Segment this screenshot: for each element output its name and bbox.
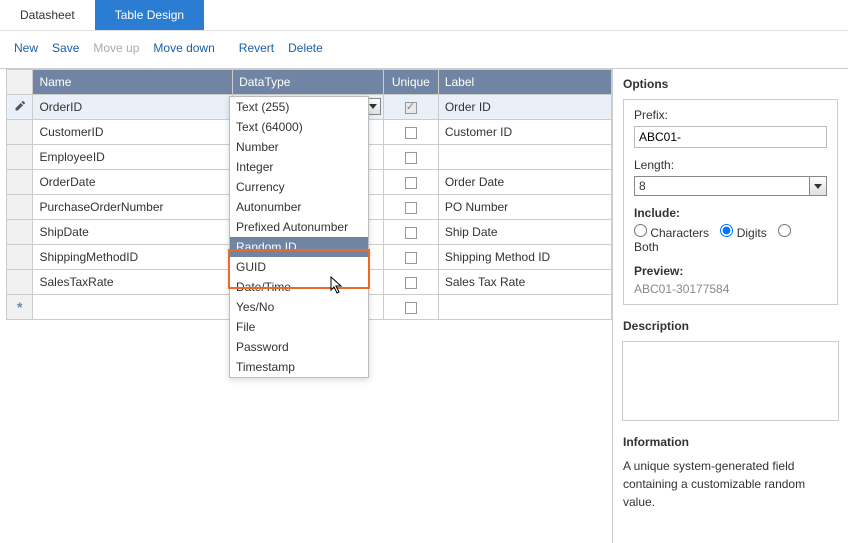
unique-checkbox[interactable] <box>405 252 417 264</box>
options-box: Prefix: Length: 8 Include: Characters Di… <box>623 99 838 305</box>
name-cell[interactable]: EmployeeID <box>33 145 233 170</box>
movedown-link[interactable]: Move down <box>153 41 214 55</box>
row-handle[interactable] <box>7 120 33 145</box>
unique-cell[interactable] <box>383 120 438 145</box>
datatype-option[interactable]: Integer <box>230 157 368 177</box>
unique-checkbox[interactable] <box>405 202 417 214</box>
header-label[interactable]: Label <box>438 70 611 95</box>
new-link[interactable]: New <box>14 41 38 55</box>
toolbar: New Save Move up Move down Revert Delete <box>0 31 848 69</box>
header-rowhandle <box>7 70 33 95</box>
label-cell[interactable]: Ship Date <box>438 220 611 245</box>
row-handle[interactable] <box>7 195 33 220</box>
label-cell[interactable]: Order Date <box>438 170 611 195</box>
label-cell[interactable] <box>438 145 611 170</box>
revert-link[interactable]: Revert <box>239 41 274 55</box>
moveup-link: Move up <box>93 41 139 55</box>
datatype-option[interactable]: Text (64000) <box>230 117 368 137</box>
datatype-option[interactable]: File <box>230 317 368 337</box>
unique-cell[interactable] <box>383 245 438 270</box>
label-cell[interactable]: Order ID <box>438 95 611 120</box>
delete-link[interactable]: Delete <box>288 41 323 55</box>
save-link[interactable]: Save <box>52 41 79 55</box>
unique-checkbox[interactable] <box>405 302 417 314</box>
information-heading: Information <box>623 435 838 449</box>
datatype-option[interactable]: Timestamp <box>230 357 368 377</box>
unique-cell[interactable] <box>383 195 438 220</box>
options-heading: Options <box>623 77 838 91</box>
length-label: Length: <box>634 158 827 172</box>
preview-label: Preview: <box>634 264 827 278</box>
datatype-option[interactable]: Random ID <box>230 237 368 257</box>
unique-checkbox[interactable] <box>405 127 417 139</box>
name-cell[interactable]: SalesTaxRate <box>33 270 233 295</box>
preview-value: ABC01-30177584 <box>634 282 827 296</box>
length-select[interactable]: 8 <box>634 176 827 196</box>
datatype-option[interactable]: GUID <box>230 257 368 277</box>
row-handle[interactable] <box>7 270 33 295</box>
datatype-dropdown[interactable]: Text (255)Text (64000)NumberIntegerCurre… <box>229 96 369 378</box>
label-cell[interactable]: Shipping Method ID <box>438 245 611 270</box>
label-cell[interactable] <box>438 295 611 320</box>
unique-cell[interactable] <box>383 170 438 195</box>
header-datatype[interactable]: DataType <box>233 70 384 95</box>
include-label: Include: <box>634 206 827 220</box>
unique-cell[interactable] <box>383 95 438 120</box>
label-cell[interactable]: Sales Tax Rate <box>438 270 611 295</box>
row-handle[interactable]: * <box>7 295 33 320</box>
unique-checkbox[interactable] <box>405 227 417 239</box>
unique-checkbox[interactable] <box>405 177 417 189</box>
name-cell[interactable]: OrderID <box>33 95 233 120</box>
tab-table-design[interactable]: Table Design <box>95 0 204 30</box>
unique-checkbox[interactable] <box>405 152 417 164</box>
unique-cell[interactable] <box>383 295 438 320</box>
side-panel: Options Prefix: Length: 8 Include: Chara… <box>612 68 848 543</box>
information-text: A unique system-generated field containi… <box>623 457 838 511</box>
name-cell[interactable]: PurchaseOrderNumber <box>33 195 233 220</box>
name-cell[interactable]: OrderDate <box>33 170 233 195</box>
unique-cell[interactable] <box>383 145 438 170</box>
datatype-option[interactable]: Autonumber <box>230 197 368 217</box>
datatype-option[interactable]: Password <box>230 337 368 357</box>
label-cell[interactable]: PO Number <box>438 195 611 220</box>
datatype-option[interactable]: Currency <box>230 177 368 197</box>
datatype-option[interactable]: Number <box>230 137 368 157</box>
row-handle[interactable] <box>7 220 33 245</box>
row-handle[interactable] <box>7 170 33 195</box>
name-cell[interactable]: ShipDate <box>33 220 233 245</box>
prefix-label: Prefix: <box>634 108 827 122</box>
datatype-option[interactable]: Text (255) <box>230 97 368 117</box>
star-icon: * <box>17 299 22 315</box>
unique-checkbox[interactable] <box>405 102 417 114</box>
pencil-icon <box>14 100 26 112</box>
tab-datasheet[interactable]: Datasheet <box>0 0 95 30</box>
datatype-option[interactable]: Prefixed Autonumber <box>230 217 368 237</box>
include-chars[interactable]: Characters <box>634 226 709 240</box>
include-digits[interactable]: Digits <box>720 226 766 240</box>
tab-bar: Datasheet Table Design <box>0 0 848 31</box>
datatype-option[interactable]: Yes/No <box>230 297 368 317</box>
include-radios: Characters Digits Both <box>634 224 827 254</box>
label-cell[interactable]: Customer ID <box>438 120 611 145</box>
unique-cell[interactable] <box>383 220 438 245</box>
header-unique[interactable]: Unique <box>383 70 438 95</box>
row-handle[interactable] <box>7 245 33 270</box>
row-handle[interactable] <box>7 95 33 120</box>
name-cell[interactable] <box>33 295 233 320</box>
row-handle[interactable] <box>7 145 33 170</box>
description-heading: Description <box>623 319 838 333</box>
chevron-down-icon[interactable] <box>809 177 826 195</box>
name-cell[interactable]: ShippingMethodID <box>33 245 233 270</box>
datatype-option[interactable]: Date/Time <box>230 277 368 297</box>
unique-checkbox[interactable] <box>405 277 417 289</box>
description-box[interactable] <box>622 341 839 421</box>
field-grid: Name DataType Unique Label OrderID Random… <box>0 68 612 543</box>
header-name[interactable]: Name <box>33 70 233 95</box>
unique-cell[interactable] <box>383 270 438 295</box>
name-cell[interactable]: CustomerID <box>33 120 233 145</box>
prefix-input[interactable] <box>634 126 827 148</box>
